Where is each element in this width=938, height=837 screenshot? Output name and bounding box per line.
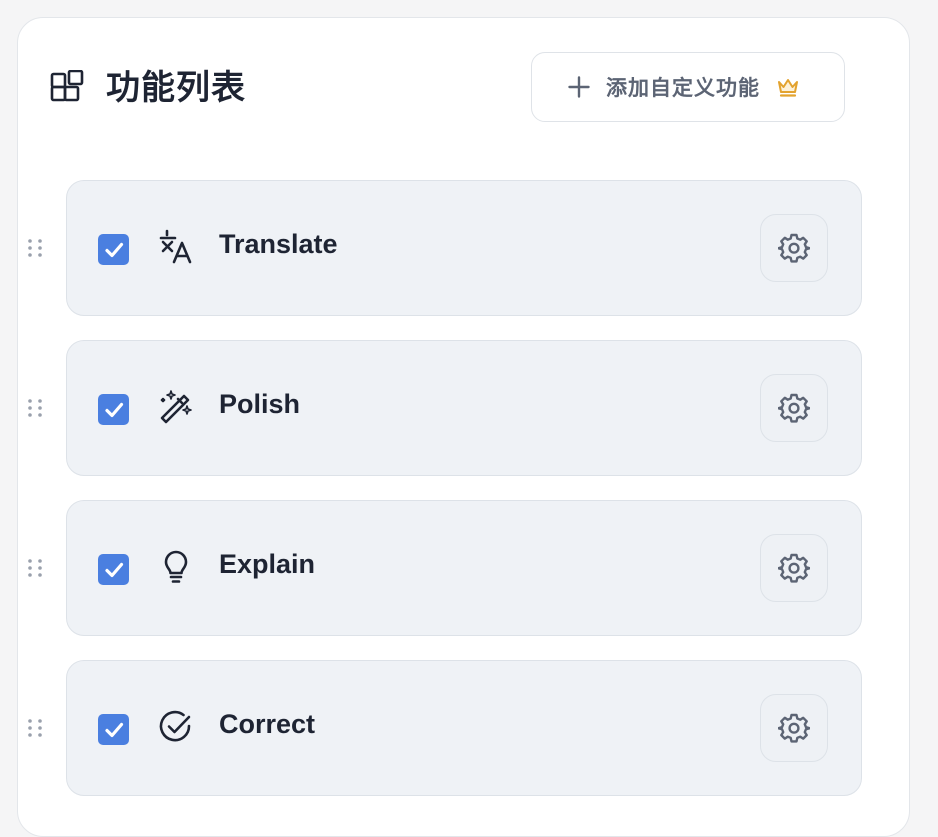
feature-enabled-checkbox[interactable] [98,714,129,745]
feature-enabled-checkbox[interactable] [98,234,129,265]
translate-icon [159,229,192,264]
feature-settings-button[interactable] [760,694,828,762]
checkmark-icon [104,562,123,577]
checkmark-icon [104,402,123,417]
feature-item-explain: Explain [66,500,862,636]
feature-item-polish: Polish [66,340,862,476]
feature-label: Correct [219,709,316,739]
feature-item-correct: Correct [66,660,862,796]
check-circle-icon [159,710,191,742]
feature-label: Explain [219,549,316,579]
lightbulb-icon [164,550,188,583]
feature-settings-button[interactable] [760,534,828,602]
feature-enabled-checkbox[interactable] [98,394,129,425]
drag-handle-icon[interactable] [26,397,44,419]
gear-icon [778,233,810,263]
add-custom-feature-label: 添加自定义功能 [606,77,760,100]
gear-icon [778,393,810,423]
feature-settings-button[interactable] [760,214,828,282]
crown-icon [778,79,798,97]
add-custom-feature-button[interactable]: 添加自定义功能 [531,52,845,122]
checkmark-icon [104,722,123,737]
drag-handle-icon[interactable] [26,717,44,739]
feature-label: Translate [219,229,338,259]
gear-icon [778,553,810,583]
drag-handle-icon[interactable] [26,237,44,259]
feature-list-header: 功能列表 添加自定义功能 [50,52,845,124]
feature-item-translate: Translate [66,180,862,316]
feature-settings-button[interactable] [760,374,828,442]
page-title: 功能列表 [106,69,246,107]
feature-label: Polish [219,389,301,419]
gear-icon [778,713,810,743]
drag-handle-icon[interactable] [26,557,44,579]
checkmark-icon [104,242,123,257]
blocks-icon [50,70,84,102]
plus-icon [568,76,590,98]
feature-enabled-checkbox[interactable] [98,554,129,585]
magic-wand-icon [160,390,192,424]
